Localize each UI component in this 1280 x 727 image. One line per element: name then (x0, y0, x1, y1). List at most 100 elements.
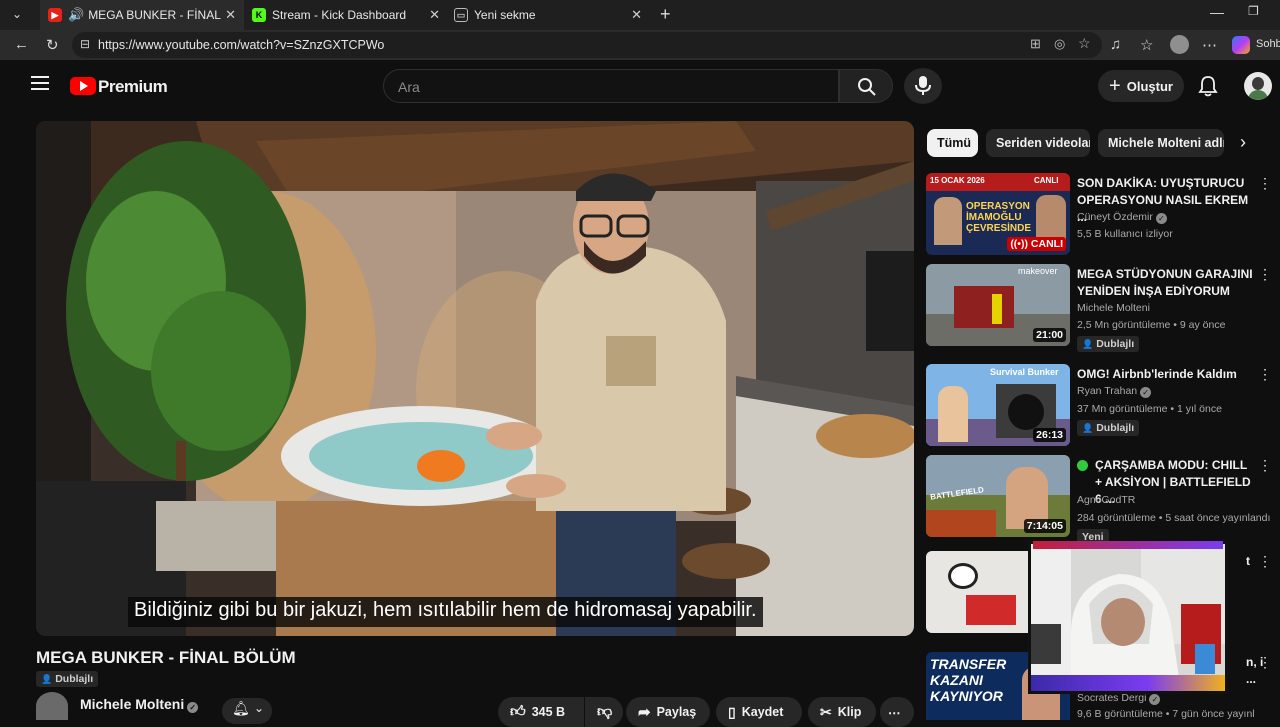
favorite-star-icon[interactable]: ☆ (1078, 35, 1091, 52)
more-dots-icon: ⋯ (888, 705, 901, 720)
dubbing-person-icon: 👤 (41, 673, 53, 684)
more-vert-icon[interactable]: ⋮ (1258, 266, 1272, 283)
share-button[interactable]: ➦ Paylaş (626, 697, 710, 727)
back-arrow-icon[interactable]: ← (14, 36, 29, 53)
video-title[interactable]: t (1246, 553, 1256, 570)
channel-name-text: Cüneyt Özdemir (1077, 211, 1153, 223)
restore-window-icon[interactable]: ❐ (1248, 4, 1259, 18)
tab-kick[interactable]: K Stream - Kick Dashboard ✕ (246, 0, 448, 30)
favorites-icon[interactable]: ☆ (1140, 36, 1153, 54)
recommended-video[interactable]: BATTLEFIELD 7:14:05 ÇARŞAMBA MODU: CHILL… (926, 455, 1272, 545)
webcam-frame-top (1033, 541, 1223, 549)
address-bar[interactable]: ⊟ https://www.youtube.com/watch?v=SZnzGX… (72, 32, 1102, 58)
more-vert-icon[interactable]: ⋮ (1258, 366, 1272, 383)
video-player[interactable] (36, 121, 914, 636)
recommended-video[interactable]: Survival Bunker 26:13 OMG! Airbnb'lerind… (926, 364, 1272, 454)
tab-title: MEGA BUNKER - FİNAL BÖLÜM (88, 8, 222, 22)
video-thumbnail[interactable]: makeover 21:00 (926, 264, 1070, 346)
dubbed-badge-label: Dublajlı (1096, 422, 1135, 434)
tab-youtube[interactable]: ▶ 🔊 MEGA BUNKER - FİNAL BÖLÜM ✕ (40, 0, 244, 30)
new-tab-plus-icon[interactable]: + (660, 4, 671, 25)
site-info-icon[interactable]: ⊟ (80, 37, 90, 51)
search-input[interactable]: Ara (383, 69, 839, 103)
search-icon (858, 78, 876, 96)
tracking-prevention-icon[interactable]: ◎ (1054, 36, 1065, 52)
bookmark-icon: ▯ (728, 703, 736, 720)
youtube-logo-icon[interactable] (70, 77, 96, 95)
dubbing-person-icon: 👤 (1082, 422, 1094, 433)
create-label: Oluştur (1126, 78, 1173, 94)
close-tab-icon[interactable]: ✕ (225, 7, 236, 23)
share-label: Paylaş (656, 705, 697, 719)
clip-button[interactable]: ✂ Klip (808, 697, 876, 727)
more-vert-icon[interactable]: ⋮ (1258, 654, 1272, 671)
video-subtitle: Bildiğiniz gibi bu bir jakuzi, hem ısıtı… (128, 597, 763, 627)
recommended-video[interactable]: 15 OCAK 2026 CANLI OPERASYON İMAMOĞLU ÇE… (926, 173, 1272, 259)
channel-name[interactable]: Ryan Trahan ✓ (1077, 385, 1152, 398)
channel-avatar[interactable] (36, 692, 68, 720)
plus-icon: + (1109, 74, 1121, 97)
video-thumbnail[interactable]: 15 OCAK 2026 CANLI OPERASYON İMAMOĞLU ÇE… (926, 173, 1070, 255)
tab-new[interactable]: ▭ Yeni sekme ✕ (450, 0, 650, 30)
dislike-button[interactable]: 👎︎ (585, 697, 623, 727)
channel-name[interactable]: AgnoGodTR (1077, 494, 1135, 506)
thumbs-down-icon: 👎︎ (597, 703, 613, 720)
app-available-icon[interactable]: ⊞ (1030, 36, 1041, 52)
chevron-down-icon: ⌄ (254, 701, 265, 715)
chip-series-videos[interactable]: Seriden videolar (986, 129, 1090, 157)
search-placeholder: Ara (398, 79, 420, 95)
voice-search-button[interactable] (904, 68, 942, 104)
video-thumbnail[interactable]: Survival Bunker 26:13 (926, 364, 1070, 446)
channel-name[interactable]: Michele Molteni ✓ (80, 696, 199, 713)
create-button[interactable]: + Oluştur (1098, 70, 1184, 102)
more-actions-button[interactable]: ⋯ (880, 697, 914, 727)
thumb-live-tag: CANLI (1034, 176, 1059, 185)
chip-all[interactable]: Tümü (927, 129, 978, 157)
save-label: Kaydet (741, 705, 784, 719)
kick-favicon-icon: K (252, 8, 266, 22)
search-button[interactable] (839, 69, 893, 103)
video-title[interactable]: MEGA STÜDYONUN GARAJINI YENİDEN İNŞA EDİ… (1077, 266, 1257, 300)
chip-channel[interactable]: Michele Molteni adlı y (1098, 129, 1224, 157)
webcam-frame-bar (1031, 675, 1225, 691)
dubbed-badge-label: Dublajlı (1096, 338, 1135, 350)
hamburger-menu-icon[interactable] (31, 76, 49, 90)
profile-avatar[interactable] (1170, 35, 1189, 54)
subscribe-notification-button[interactable]: 🔔︎ ⌄ (222, 698, 272, 724)
like-button[interactable]: 👍︎ 345 B (498, 697, 584, 727)
browser-toolbar: ← ↻ ⊟ https://www.youtube.com/watch?v=SZ… (0, 30, 1280, 60)
new-tab-page-icon: ▭ (454, 8, 468, 22)
notifications-bell-icon[interactable] (1198, 75, 1218, 102)
copilot-label[interactable]: Sohb (1256, 38, 1280, 50)
reload-icon[interactable]: ↻ (46, 36, 59, 54)
tab-list-chevron-icon[interactable]: ⌄ (12, 7, 22, 21)
video-title: MEGA BUNKER - FİNAL BÖLÜM (36, 648, 296, 667)
copilot-icon[interactable] (1232, 36, 1250, 54)
close-tab-icon[interactable]: ✕ (429, 7, 440, 23)
more-menu-icon[interactable]: ⋯ (1202, 36, 1217, 54)
duration-badge: 7:14:05 (1023, 519, 1066, 533)
url-text: https://www.youtube.com/watch?v=SZnzGXTC… (98, 38, 385, 52)
close-tab-icon[interactable]: ✕ (631, 7, 642, 23)
bell-icon: 🔔︎ (232, 700, 250, 716)
channel-name[interactable]: Cüneyt Özdemir ✓ (1077, 211, 1167, 224)
extensions-icon[interactable]: ♫ (1110, 36, 1121, 53)
tab-title: Stream - Kick Dashboard (272, 8, 407, 22)
minimize-icon[interactable]: — (1210, 4, 1224, 20)
more-vert-icon[interactable]: ⋮ (1258, 553, 1272, 570)
video-title[interactable]: OMG! Airbnb'lerinde Kaldım (1077, 366, 1257, 383)
thumb-tag: Survival Bunker (990, 367, 1059, 377)
save-button[interactable]: ▯ Kaydet (716, 697, 802, 727)
chevron-right-icon[interactable]: › (1240, 132, 1246, 153)
more-vert-icon[interactable]: ⋮ (1258, 175, 1272, 192)
user-avatar[interactable] (1244, 72, 1272, 100)
youtube-premium-logo[interactable]: Premium (98, 77, 168, 97)
clip-label: Klip (837, 705, 862, 719)
more-vert-icon[interactable]: ⋮ (1258, 457, 1272, 474)
video-thumbnail[interactable]: BATTLEFIELD 7:14:05 (926, 455, 1070, 537)
thumb-caption-line: OPERASYON (966, 201, 1030, 212)
speaker-icon[interactable]: 🔊 (68, 7, 84, 23)
channel-name[interactable]: Michele Molteni (1077, 302, 1150, 314)
recommended-video[interactable]: makeover 21:00 MEGA STÜDYONUN GARAJINI Y… (926, 264, 1272, 354)
duration-badge: 21:00 (1033, 328, 1066, 342)
